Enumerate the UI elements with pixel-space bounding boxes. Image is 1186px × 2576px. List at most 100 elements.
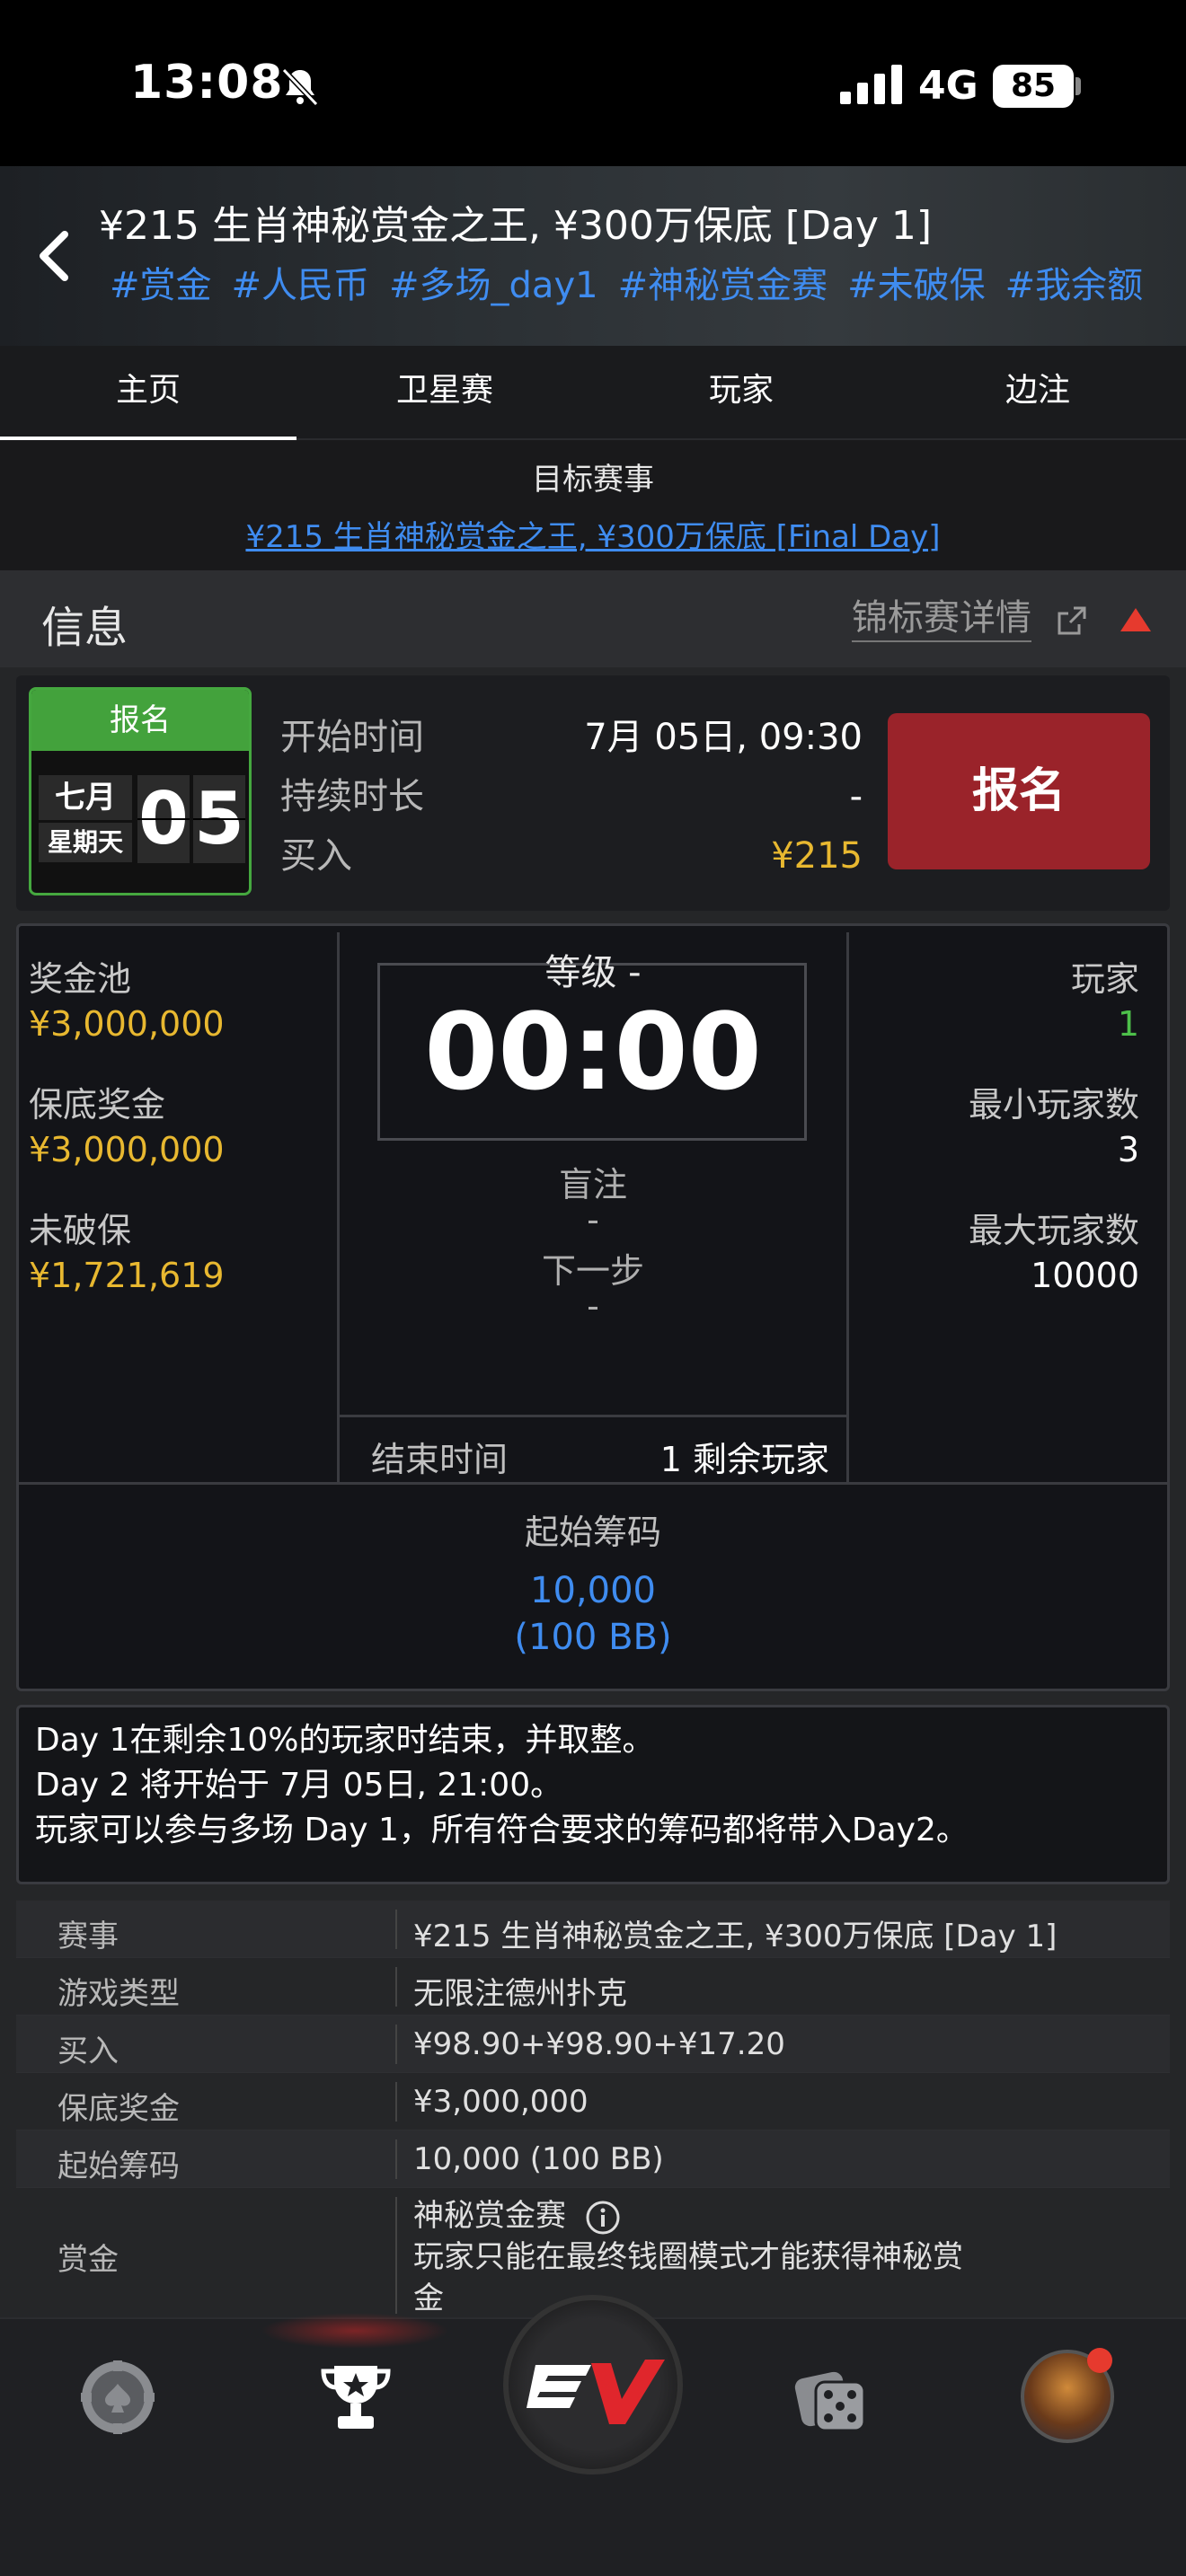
- ev-home-button[interactable]: [503, 2295, 683, 2475]
- info-icon[interactable]: [585, 2200, 621, 2236]
- overlay-label: 未破保: [29, 1211, 132, 1250]
- max-players-label: 最大玩家数: [968, 1211, 1139, 1250]
- trophy-icon[interactable]: [320, 2360, 392, 2434]
- tag-list: #赏金 #人民币 #多场_day1 #神秘赏金赛 #未破保 #我余额: [110, 256, 1163, 308]
- tag-item[interactable]: #我余额: [1005, 265, 1144, 306]
- start-time-value: 7月 05日, 09:30: [584, 717, 863, 758]
- prize-pool-label: 奖金池: [29, 959, 132, 999]
- table-key: 起始筹码: [58, 2148, 180, 2184]
- max-players-value: 10000: [1031, 1256, 1139, 1295]
- end-time-row: 结束时间 1 剩余玩家: [337, 1415, 849, 1482]
- notification-dot: [1087, 2348, 1112, 2373]
- tag-item[interactable]: #多场_day1: [389, 265, 598, 306]
- registration-labels: 开始时间 持续时长 买入: [280, 708, 424, 886]
- network-label: 4G: [918, 63, 978, 109]
- table-value: 无限注德州扑克: [413, 1976, 627, 2012]
- battery-tip: [1075, 77, 1081, 95]
- battery-icon: 85: [993, 65, 1074, 108]
- table-value: ¥215 生肖神秘赏金之王, ¥300万保底 [Day 1]: [413, 1919, 1058, 1954]
- external-link-icon[interactable]: [1056, 604, 1088, 637]
- min-players-value: 3: [1117, 1130, 1139, 1169]
- tab-bar: 主页 卫星赛 玩家 边注: [0, 346, 1186, 440]
- bounty-type: 神秘赏金赛: [413, 2198, 566, 2234]
- table-row: 起始筹码 10,000 (100 BB): [16, 2130, 1170, 2188]
- calendar-day-digit: 0: [137, 775, 190, 863]
- table-key: 游戏类型: [58, 1976, 180, 2012]
- registration-values: 7月 05日, 09:30 - ¥215: [503, 708, 863, 886]
- ev-logo-icon: [527, 2360, 665, 2424]
- calendar-weekday: 星期天: [39, 823, 132, 862]
- calendar-header: 报名: [31, 690, 249, 751]
- players-value: 1: [1117, 1004, 1139, 1044]
- duration-label: 持续时长: [280, 776, 424, 817]
- signal-icon: [840, 65, 902, 104]
- details-table: 赛事 ¥215 生肖神秘赏金之王, ¥300万保底 [Day 1] 游戏类型 无…: [16, 1901, 1170, 2323]
- table-value: 10,000 (100 BB): [413, 2141, 664, 2177]
- table-row: 游戏类型 无限注德州扑克: [16, 1958, 1170, 2016]
- tab-home[interactable]: 主页: [0, 346, 296, 440]
- guarantee-label: 保底奖金: [29, 1085, 166, 1125]
- note-line: Day 2 将开始于 7月 05日, 21:00。: [35, 1767, 563, 1804]
- level-clock: 00:00: [424, 990, 762, 1114]
- table-value: ¥98.90+¥98.90+¥17.20: [413, 2026, 785, 2062]
- dice-icon[interactable]: [792, 2359, 870, 2436]
- target-event-link[interactable]: ¥215 生肖神秘赏金之王, ¥300万保底 [Final Day]: [0, 512, 1186, 556]
- tab-players[interactable]: 玩家: [593, 346, 890, 440]
- blinds-value: -: [587, 1200, 599, 1239]
- start-time-label: 开始时间: [280, 717, 424, 758]
- players-label: 玩家: [1070, 959, 1139, 999]
- poker-chip-icon[interactable]: [79, 2359, 156, 2436]
- tag-item[interactable]: #未破保: [847, 265, 986, 306]
- prize-pool-value: ¥3,000,000: [29, 1004, 225, 1044]
- tournament-details-link[interactable]: 锦标赛详情: [852, 595, 1031, 642]
- table-key: 赛事: [58, 1919, 119, 1954]
- info-section-header[interactable]: 信息 锦标赛详情: [0, 570, 1186, 667]
- note-line: 玩家可以参与多场 Day 1，所有符合要求的筹码都将带入Day2。: [35, 1812, 969, 1848]
- tag-item[interactable]: #人民币: [232, 265, 370, 306]
- player-stats: 玩家 1 最小玩家数 3 最大玩家数 10000: [863, 957, 1139, 1334]
- table-value: 神秘赏金赛 玩家只能在最终钱圈模式才能获得神秘赏 金: [413, 2195, 963, 2319]
- tag-item[interactable]: #神秘赏金赛: [618, 265, 828, 306]
- table-key: 买入: [58, 2033, 119, 2069]
- prize-stats: 奖金池 ¥3,000,000 保底奖金 ¥3,000,000 未破保 ¥1,72…: [29, 957, 325, 1334]
- active-tab-glow: [261, 2313, 449, 2349]
- register-button[interactable]: 报名: [888, 713, 1150, 869]
- overlay-value: ¥1,721,619: [29, 1256, 225, 1295]
- table-row: 赛事 ¥215 生肖神秘赏金之王, ¥300万保底 [Day 1]: [16, 1901, 1170, 1958]
- status-time: 13:08: [130, 56, 284, 110]
- blinds-label: 盲注: [558, 1165, 627, 1204]
- page-header: ¥215 生肖神秘赏金之王, ¥300万保底 [Day 1] #赏金 #人民币 #多…: [0, 166, 1186, 346]
- guarantee-value: ¥3,000,000: [29, 1130, 225, 1169]
- status-bar: 13:08 4G 85: [0, 0, 1186, 166]
- back-arrow-icon[interactable]: [29, 220, 83, 292]
- remaining-players: 1 剩余玩家: [659, 1440, 829, 1479]
- table-row: 保底奖金 ¥3,000,000: [16, 2073, 1170, 2130]
- bounty-desc: 金: [413, 2280, 444, 2316]
- tournament-notes: Day 1在剩余10%的玩家时结束，并取整。 Day 2 将开始于 7月 05日…: [16, 1705, 1170, 1884]
- info-title: 信息: [41, 603, 128, 653]
- bounty-desc: 玩家只能在最终钱圈模式才能获得神秘赏: [413, 2239, 963, 2275]
- calendar-widget: 报名 七月 星期天 0 5: [29, 687, 252, 895]
- calendar-month: 七月: [39, 775, 132, 820]
- table-key: 赏金: [58, 2242, 119, 2278]
- tab-satellites[interactable]: 卫星赛: [296, 346, 593, 440]
- tab-side-bets[interactable]: 边注: [890, 346, 1186, 440]
- table-row: 买入 ¥98.90+¥98.90+¥17.20: [16, 2016, 1170, 2073]
- end-time-label: 结束时间: [371, 1440, 509, 1479]
- min-players-label: 最小玩家数: [968, 1085, 1139, 1125]
- tag-item[interactable]: #赏金: [110, 265, 212, 306]
- page-title: ¥215 生肖神秘赏金之王, ¥300万保底 [Day 1]: [99, 203, 933, 249]
- divider: [19, 1482, 1167, 1485]
- starting-chips-value: 10,000 (100 BB): [0, 1567, 1186, 1661]
- next-level-label: 下一步: [541, 1251, 644, 1291]
- buyin-value: ¥215: [771, 835, 863, 877]
- table-key: 保底奖金: [58, 2091, 180, 2127]
- buyin-label: 买入: [280, 835, 352, 877]
- next-level-value: -: [587, 1286, 599, 1326]
- level-label: 等级 -: [544, 952, 642, 993]
- bell-muted-icon: [281, 67, 319, 107]
- note-line: Day 1在剩余10%的玩家时结束，并取整。: [35, 1722, 655, 1759]
- table-value: ¥3,000,000: [413, 2084, 589, 2120]
- collapse-triangle-icon[interactable]: [1119, 606, 1153, 633]
- calendar-day-digit: 5: [193, 775, 245, 863]
